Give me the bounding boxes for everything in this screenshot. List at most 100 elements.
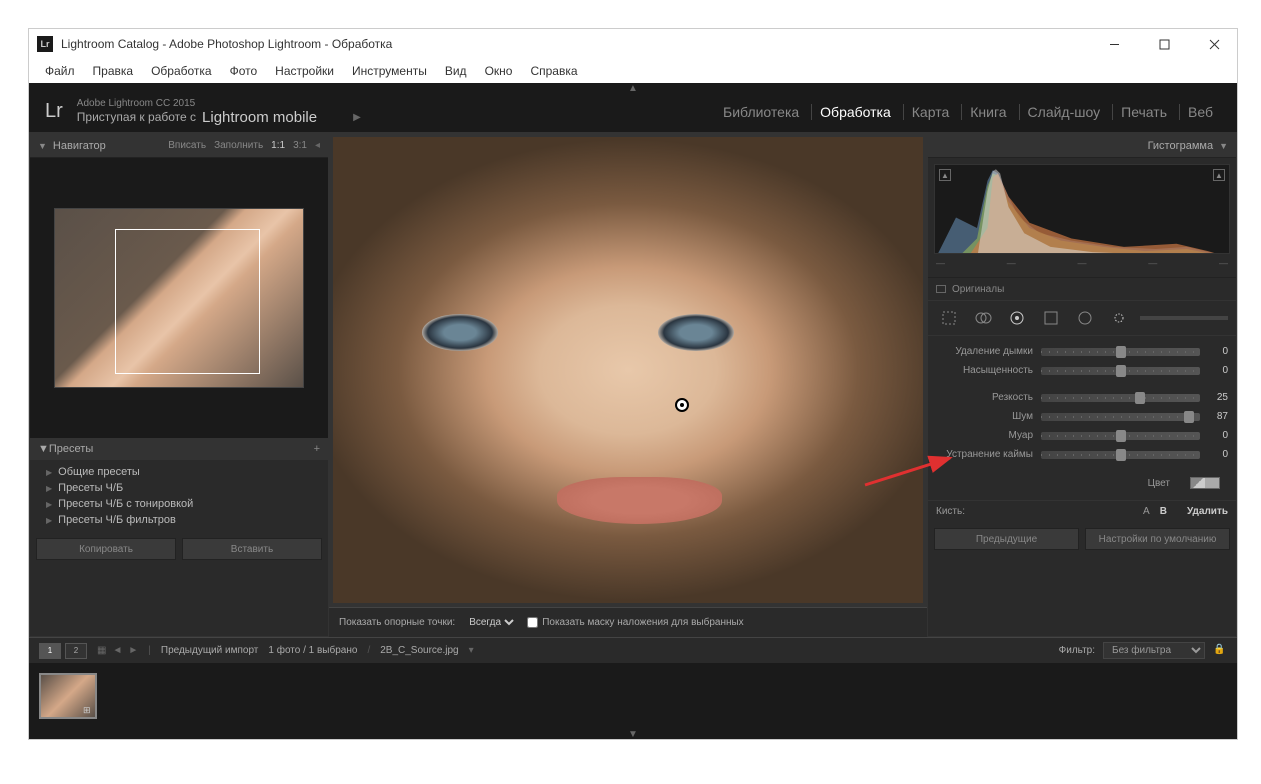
- module-tab[interactable]: Книга: [961, 104, 1014, 120]
- brush-b[interactable]: B: [1160, 506, 1167, 517]
- nav-zoom-option[interactable]: Вписать: [168, 140, 206, 151]
- slider-value[interactable]: 0: [1200, 449, 1228, 460]
- navigator-crop-frame[interactable]: [115, 229, 260, 374]
- reset-button[interactable]: Настройки по умолчанию: [1085, 528, 1230, 550]
- menu-файл[interactable]: Файл: [37, 62, 83, 80]
- photo-canvas[interactable]: [329, 133, 927, 607]
- navigator-collapse-icon[interactable]: ▼: [38, 141, 47, 151]
- paste-button[interactable]: Вставить: [182, 538, 322, 560]
- histogram-collapse-icon[interactable]: ▼: [1219, 141, 1228, 151]
- menu-инструменты[interactable]: Инструменты: [344, 62, 435, 80]
- nav-zoom-option[interactable]: 1:1: [271, 140, 285, 151]
- minimize-button[interactable]: [1099, 34, 1129, 54]
- maximize-button[interactable]: [1149, 34, 1179, 54]
- top-panel-toggle[interactable]: ▲: [29, 83, 1237, 91]
- filename-dropdown-icon[interactable]: ▾: [469, 645, 474, 656]
- redeye-tool-icon[interactable]: [1004, 305, 1030, 331]
- crop-tool-icon[interactable]: [936, 305, 962, 331]
- module-tab[interactable]: Веб: [1179, 104, 1221, 120]
- histogram-value: —: [1078, 258, 1087, 268]
- menu-окно[interactable]: Окно: [477, 62, 521, 80]
- filmstrip-filename[interactable]: 2B_C_Source.jpg: [380, 645, 458, 656]
- previous-button[interactable]: Предыдущие: [934, 528, 1079, 550]
- mobile-arrow-icon[interactable]: ▶: [353, 112, 361, 123]
- histogram-value: —: [1007, 258, 1016, 268]
- module-tab[interactable]: Библиотека: [715, 104, 807, 120]
- preset-folder[interactable]: ▶Пресеты Ч/Б с тонировкой: [30, 496, 328, 512]
- preset-folder[interactable]: ▶Пресеты Ч/Б фильтров: [30, 512, 328, 528]
- grid-view-icon[interactable]: ▦: [97, 645, 106, 656]
- slider-track[interactable]: [1041, 367, 1200, 375]
- slider-value[interactable]: 87: [1200, 411, 1228, 422]
- filmstrip-thumbnail[interactable]: [39, 673, 97, 719]
- slider-thumb[interactable]: [1184, 411, 1194, 423]
- tool-size-slider[interactable]: [1140, 316, 1228, 320]
- histogram-display[interactable]: ▲ ▲: [934, 164, 1230, 254]
- presets-collapse-icon[interactable]: ▼: [38, 443, 49, 455]
- slider-label: Резкость: [936, 392, 1041, 403]
- bottom-panel-toggle[interactable]: ▼: [29, 729, 1237, 739]
- menu-настройки[interactable]: Настройки: [267, 62, 342, 80]
- expand-icon: ▶: [46, 516, 52, 525]
- slider-thumb[interactable]: [1116, 449, 1126, 461]
- navigator-title: Навигатор: [53, 140, 106, 152]
- menu-обработка[interactable]: Обработка: [143, 62, 220, 80]
- histogram-value: —: [1219, 258, 1228, 268]
- slider-thumb[interactable]: [1116, 365, 1126, 377]
- slider-track[interactable]: [1041, 348, 1200, 356]
- slider-устранение-каймы: Устранение каймы0: [936, 445, 1228, 464]
- slider-удаление-дымки: Удаление дымки0: [936, 342, 1228, 361]
- filter-lock-icon[interactable]: 🔒: [1213, 644, 1227, 658]
- module-tab[interactable]: Карта: [903, 104, 957, 120]
- gradient-tool-icon[interactable]: [1038, 305, 1064, 331]
- slider-label: Насыщенность: [936, 365, 1041, 376]
- anchor-points-select[interactable]: Всегда: [465, 616, 517, 629]
- adjustment-pin[interactable]: [675, 398, 689, 412]
- preset-folder[interactable]: ▶Общие пресеты: [30, 464, 328, 480]
- slider-thumb[interactable]: [1116, 430, 1126, 442]
- menu-справка[interactable]: Справка: [522, 62, 585, 80]
- preset-folder[interactable]: ▶Пресеты Ч/Б: [30, 480, 328, 496]
- next-photo-icon[interactable]: ►: [128, 645, 138, 656]
- menu-вид[interactable]: Вид: [437, 62, 475, 80]
- filmstrip-source[interactable]: Предыдущий импорт: [161, 645, 259, 656]
- module-tab[interactable]: Обработка: [811, 104, 899, 120]
- brush-tool-icon[interactable]: [1106, 305, 1132, 331]
- brand-mobile[interactable]: Lightroom mobile: [202, 109, 317, 126]
- zoom-more-icon[interactable]: ◂: [315, 140, 320, 151]
- close-button[interactable]: [1199, 34, 1229, 54]
- module-tab[interactable]: Слайд-шоу: [1019, 104, 1109, 120]
- originals-checkbox[interactable]: [936, 285, 946, 293]
- color-swatch[interactable]: [1190, 477, 1220, 489]
- menu-фото[interactable]: Фото: [222, 62, 266, 80]
- copy-button[interactable]: Копировать: [36, 538, 176, 560]
- slider-track[interactable]: [1041, 394, 1200, 402]
- add-preset-button[interactable]: +: [314, 443, 320, 455]
- slider-value[interactable]: 0: [1200, 365, 1228, 376]
- brush-a[interactable]: A: [1143, 506, 1150, 517]
- brush-delete[interactable]: Удалить: [1187, 506, 1228, 517]
- mask-overlay-checkbox[interactable]: [527, 617, 538, 628]
- single-view-button[interactable]: 1: [39, 643, 61, 659]
- compare-view-button[interactable]: 2: [65, 643, 87, 659]
- module-tab[interactable]: Печать: [1112, 104, 1175, 120]
- nav-zoom-option[interactable]: Заполнить: [214, 140, 263, 151]
- slider-thumb[interactable]: [1116, 346, 1126, 358]
- slider-track[interactable]: [1041, 451, 1200, 459]
- slider-track[interactable]: [1041, 413, 1200, 421]
- spot-tool-icon[interactable]: [970, 305, 996, 331]
- slider-value[interactable]: 0: [1200, 346, 1228, 357]
- menu-правка[interactable]: Правка: [85, 62, 142, 80]
- slider-value[interactable]: 25: [1200, 392, 1228, 403]
- nav-zoom-option[interactable]: 3:1: [293, 140, 307, 151]
- prev-photo-icon[interactable]: ◄: [112, 645, 122, 656]
- navigator-preview[interactable]: [30, 158, 328, 438]
- color-label: Цвет: [1148, 478, 1170, 489]
- histogram-value: —: [936, 258, 945, 268]
- brand-sub-prefix: Приступая к работе с: [77, 110, 196, 124]
- slider-track[interactable]: [1041, 432, 1200, 440]
- filter-select[interactable]: Без фильтра: [1103, 642, 1205, 659]
- slider-value[interactable]: 0: [1200, 430, 1228, 441]
- radial-tool-icon[interactable]: [1072, 305, 1098, 331]
- slider-thumb[interactable]: [1135, 392, 1145, 404]
